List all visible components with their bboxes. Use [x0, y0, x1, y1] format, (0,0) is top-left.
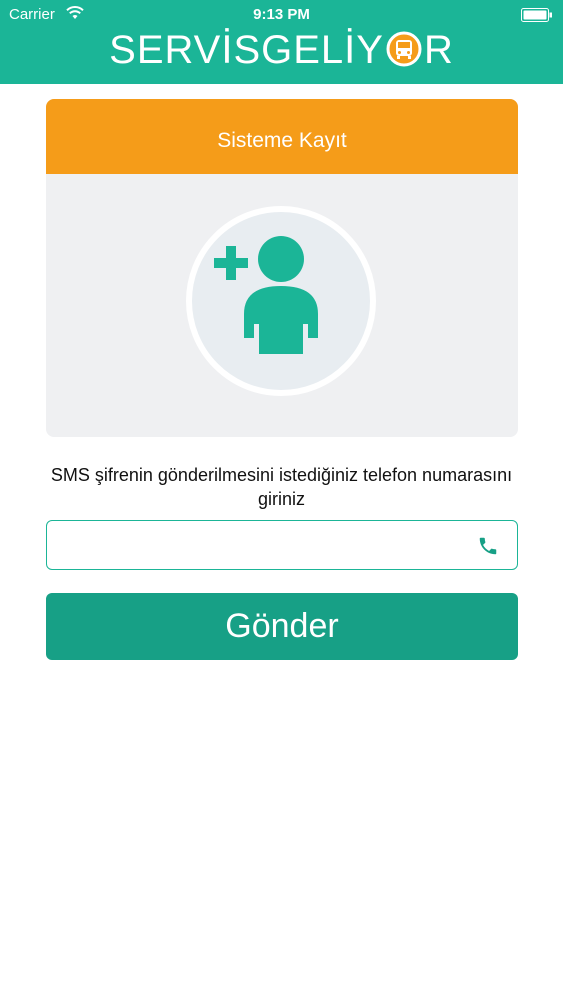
logo-text-left: SERVİSGELİY [109, 28, 384, 72]
card-title: Sisteme Kayıt [46, 99, 518, 174]
status-time: 9:13 PM [253, 6, 310, 23]
battery-icon [521, 8, 552, 22]
phone-input[interactable] [59, 529, 463, 561]
bus-icon [386, 31, 422, 67]
phone-icon [479, 537, 497, 555]
phone-instruction: SMS şifrenin gönderilmesini istediğiniz … [50, 465, 513, 509]
add-user-icon [186, 206, 376, 396]
add-user-avatar [186, 206, 376, 396]
app-header: Carrier 9:13 PM SERVİSGELİY R [0, 0, 563, 84]
phone-field[interactable] [46, 520, 518, 570]
app-logo: SERVİSGELİY R [0, 28, 563, 72]
send-button[interactable]: Gönder [46, 593, 518, 660]
status-bar: Carrier 9:13 PM [0, 0, 563, 30]
registration-card: Sisteme Kayıt [46, 99, 518, 437]
logo-text-right: R [423, 28, 454, 72]
